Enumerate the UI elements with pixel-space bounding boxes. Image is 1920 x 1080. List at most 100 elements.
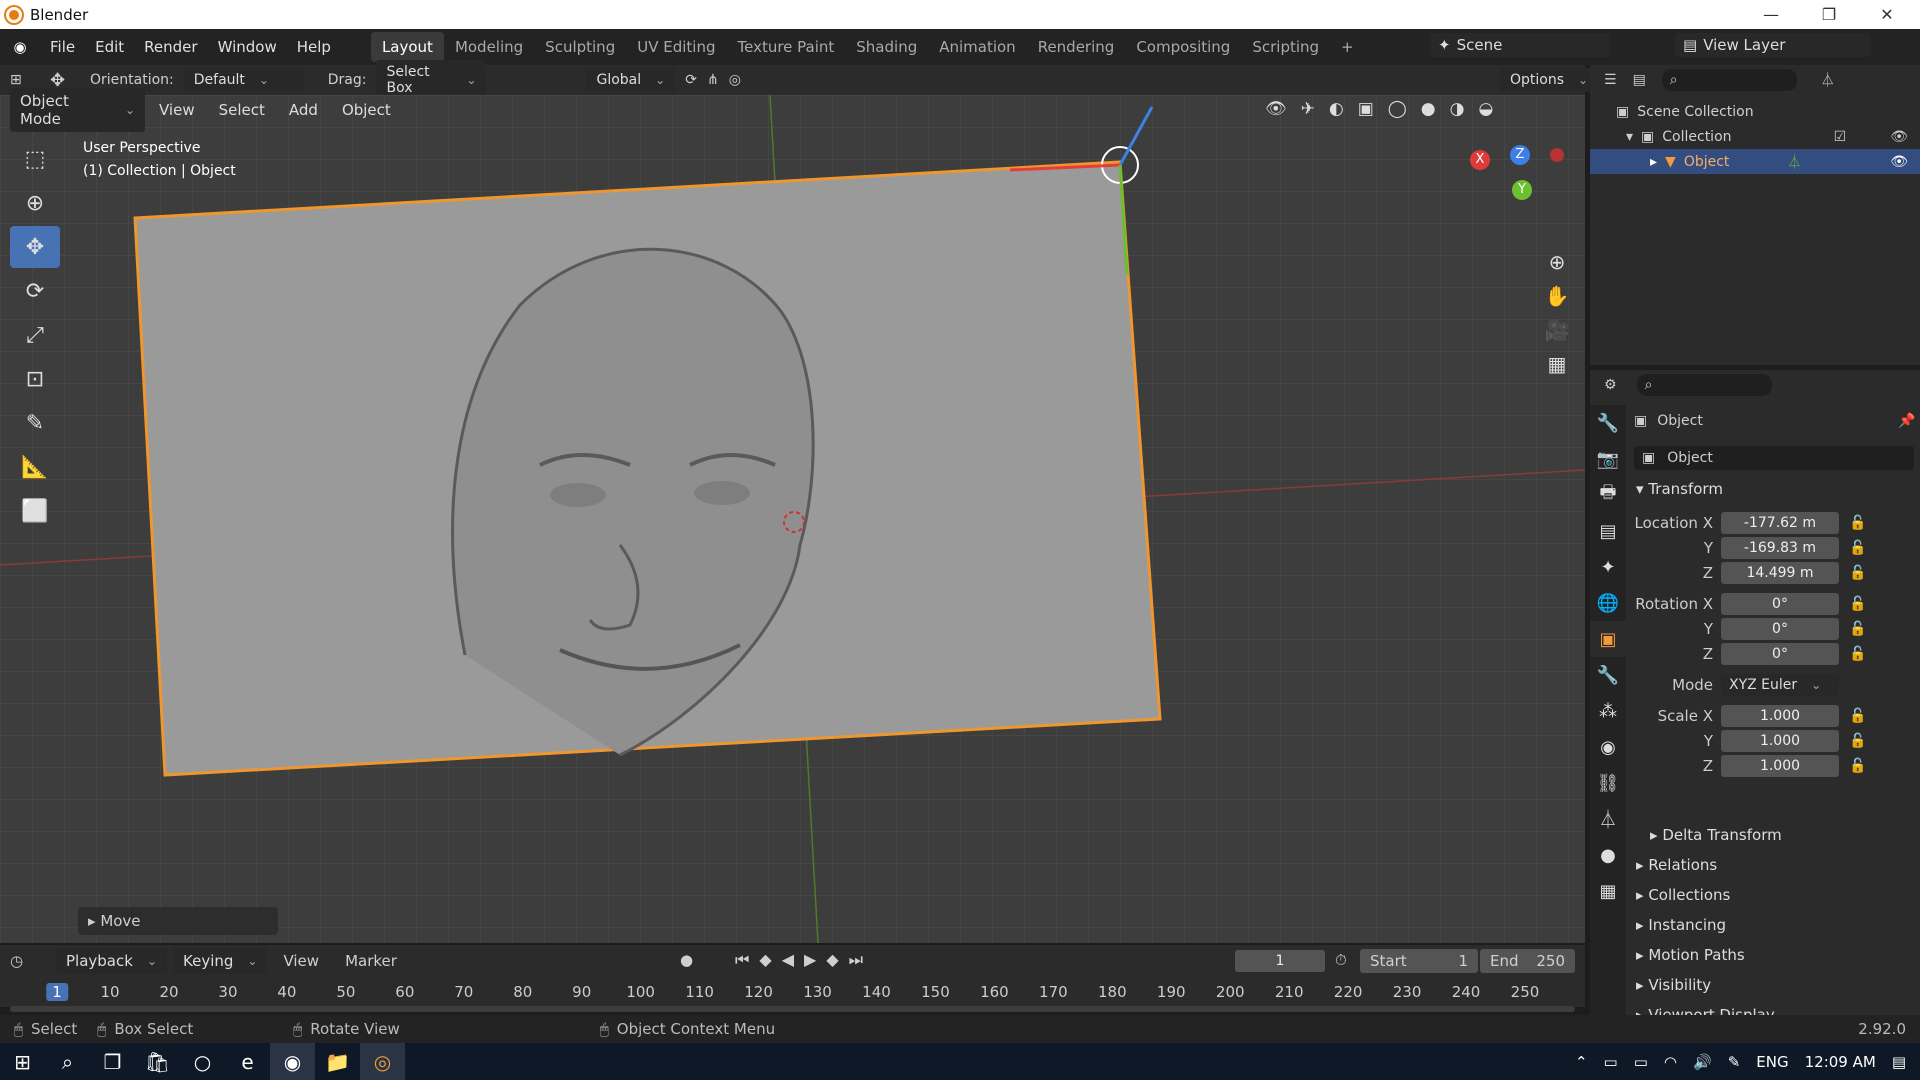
xray-icon[interactable]: ▣ <box>1358 99 1374 119</box>
drag-dropdown[interactable]: Select Box <box>376 60 487 100</box>
restore-button[interactable]: ❐ <box>1800 0 1858 29</box>
panel-motion-paths[interactable]: ▸ Motion Paths <box>1626 940 1916 970</box>
viewport-menu-add[interactable]: Add <box>279 97 328 123</box>
properties-search-input[interactable]: ⌕ <box>1636 374 1772 396</box>
gizmo-toggle-icon[interactable]: ✈ <box>1301 99 1315 119</box>
ortho-grid-icon[interactable]: ▦ <box>1540 347 1574 381</box>
viewport-menu-select[interactable]: Select <box>209 97 275 123</box>
rotation-mode-dropdown[interactable]: XYZ Euler <box>1721 673 1839 696</box>
tab-layout[interactable]: Layout <box>370 32 444 62</box>
volume-icon[interactable]: 🔊 <box>1693 1053 1712 1071</box>
timeline-scrollbar[interactable] <box>10 1006 1575 1012</box>
menu-help[interactable]: Help <box>287 38 341 56</box>
pivot-icon[interactable]: ⟳ <box>685 72 697 88</box>
proportional-edit-icon[interactable]: ◎ <box>729 72 741 88</box>
gizmo-neg-x-icon[interactable] <box>1550 148 1564 162</box>
annotate-tool-icon[interactable]: ✎ <box>10 402 60 444</box>
add-workspace-icon[interactable]: + <box>1330 32 1365 62</box>
expand-arrow-icon[interactable]: ▾ <box>1626 129 1633 145</box>
object-eye-icon[interactable]: 👁 <box>1890 154 1908 170</box>
filter-icon[interactable]: ⏃ <box>1821 70 1835 90</box>
panel-delta-transform[interactable]: ▸ Delta Transform <box>1626 820 1916 850</box>
search-taskbar-icon[interactable]: ⌕ <box>45 1043 90 1080</box>
lock-icon[interactable]: 🔓 <box>1849 565 1866 581</box>
lock-icon[interactable]: 🔓 <box>1849 540 1866 556</box>
location-z-field[interactable]: 14.499 m <box>1721 561 1839 584</box>
file-explorer-icon[interactable]: 📁 <box>315 1043 360 1080</box>
current-frame-field[interactable]: 1 <box>1235 950 1325 972</box>
gizmo-z-icon[interactable]: Z <box>1510 145 1530 165</box>
zoom-icon[interactable]: ⊕ <box>1540 245 1574 279</box>
start-frame-field[interactable]: Start 1 <box>1360 949 1478 973</box>
keying-dropdown[interactable]: Keying <box>173 948 268 974</box>
panel-collections[interactable]: ▸ Collections <box>1626 880 1916 910</box>
physics-tab-icon[interactable]: ◉ <box>1590 729 1626 765</box>
outliner-editor-icon[interactable]: ☰ <box>1604 72 1617 88</box>
menu-file[interactable]: File <box>40 38 85 56</box>
location-y-field[interactable]: -169.83 m <box>1721 536 1839 559</box>
jump-start-icon[interactable]: ⏮ <box>735 950 749 970</box>
next-key-icon[interactable]: ◆ <box>826 950 838 970</box>
play-icon[interactable]: ▶ <box>804 950 816 970</box>
scale-x-field[interactable]: 1.000 <box>1721 704 1839 727</box>
shading-solid-icon[interactable]: ● <box>1421 99 1436 119</box>
minimize-button[interactable]: — <box>1742 0 1800 29</box>
notifications-icon[interactable]: ▤ <box>1892 1053 1906 1071</box>
menu-render[interactable]: Render <box>134 38 207 56</box>
lock-icon[interactable]: 🔓 <box>1849 596 1866 612</box>
world-tab-icon[interactable]: 🌐 <box>1590 585 1626 621</box>
timeline-menu-marker[interactable]: Marker <box>335 952 407 970</box>
lock-icon[interactable]: 🔓 <box>1849 621 1866 637</box>
navigation-gizmo[interactable]: X Z Y <box>1470 140 1570 230</box>
store-icon[interactable]: 🛍 <box>135 1043 180 1080</box>
properties-editor-icon[interactable]: ⚙ <box>1604 377 1617 393</box>
rotate-tool-icon[interactable]: ⟳ <box>10 270 60 312</box>
viewport-menu-object[interactable]: Object <box>332 97 401 123</box>
panel-instancing[interactable]: ▸ Instancing <box>1626 910 1916 940</box>
prev-key-icon[interactable]: ◆ <box>759 950 771 970</box>
exclude-checkbox[interactable]: ☑ <box>1834 129 1847 145</box>
render-tab-icon[interactable]: 📷 <box>1590 441 1626 477</box>
battery-icon[interactable]: ▭ <box>1634 1053 1648 1071</box>
cortana-icon[interactable]: ○ <box>180 1043 225 1080</box>
transform-orientation-dropdown[interactable]: Global <box>586 68 676 92</box>
editor-type-icon[interactable]: ⊞ <box>10 72 40 88</box>
outliner-search-input[interactable]: ⌕ <box>1661 69 1797 91</box>
jump-end-icon[interactable]: ⏭ <box>849 950 863 970</box>
edge-icon[interactable]: e <box>225 1043 270 1080</box>
transform-panel-header[interactable]: ▾ Transform <box>1626 474 1916 504</box>
tab-scripting[interactable]: Scripting <box>1241 32 1330 62</box>
particles-tab-icon[interactable]: ⁂ <box>1590 693 1626 729</box>
panel-visibility[interactable]: ▸ Visibility <box>1626 970 1916 1000</box>
wifi-icon[interactable]: ◠ <box>1664 1053 1677 1071</box>
lock-icon[interactable]: 🔓 <box>1849 515 1866 531</box>
timeline-ruler[interactable]: 1 10 20 30 40 50 60 70 80 90 100 110 120 130 140 150 160… <box>0 977 1585 1007</box>
lock-icon[interactable]: 🔓 <box>1849 646 1866 662</box>
scale-tool-icon[interactable]: ⤢ <box>10 314 60 356</box>
chrome-icon[interactable]: ◉ <box>270 1043 315 1080</box>
scene-selector[interactable]: ✦ Scene <box>1430 33 1610 57</box>
data-tab-icon[interactable]: ⏃ <box>1590 801 1626 837</box>
viewport-menu-view[interactable]: View <box>149 97 205 123</box>
outliner-row-collection[interactable]: ▾ ▣ Collection ☑ 👁 <box>1590 124 1920 149</box>
blender-menu-icon[interactable]: ◉ <box>0 38 40 56</box>
record-icon[interactable]: ● <box>680 951 693 969</box>
options-dropdown[interactable]: Options <box>1500 68 1599 92</box>
menu-window[interactable]: Window <box>208 38 287 56</box>
rotation-x-field[interactable]: 0° <box>1721 592 1839 615</box>
close-button[interactable]: ✕ <box>1858 0 1916 29</box>
material-tab-icon[interactable]: ● <box>1590 837 1626 873</box>
measure-tool-icon[interactable]: 📐 <box>10 446 60 488</box>
collapse-arrow-icon[interactable]: ▸ <box>1650 154 1657 170</box>
3d-viewport[interactable]: User Perspective (1) Collection | Object… <box>0 95 1585 943</box>
overlay-toggle-icon[interactable]: ◐ <box>1329 99 1344 119</box>
timeline-editor-icon[interactable]: ◷ <box>10 952 50 970</box>
object-tab-icon[interactable]: ▣ <box>1590 621 1626 657</box>
visibility-icon[interactable]: 👁 <box>1265 99 1287 119</box>
task-view-icon[interactable]: ❐ <box>90 1043 135 1080</box>
menu-edit[interactable]: Edit <box>85 38 134 56</box>
view-layer-tab-icon[interactable]: ▤ <box>1590 513 1626 549</box>
collection-eye-icon[interactable]: 👁 <box>1890 129 1908 145</box>
timeline-menu-view[interactable]: View <box>273 952 329 970</box>
mode-dropdown[interactable]: Object Mode <box>10 88 145 132</box>
